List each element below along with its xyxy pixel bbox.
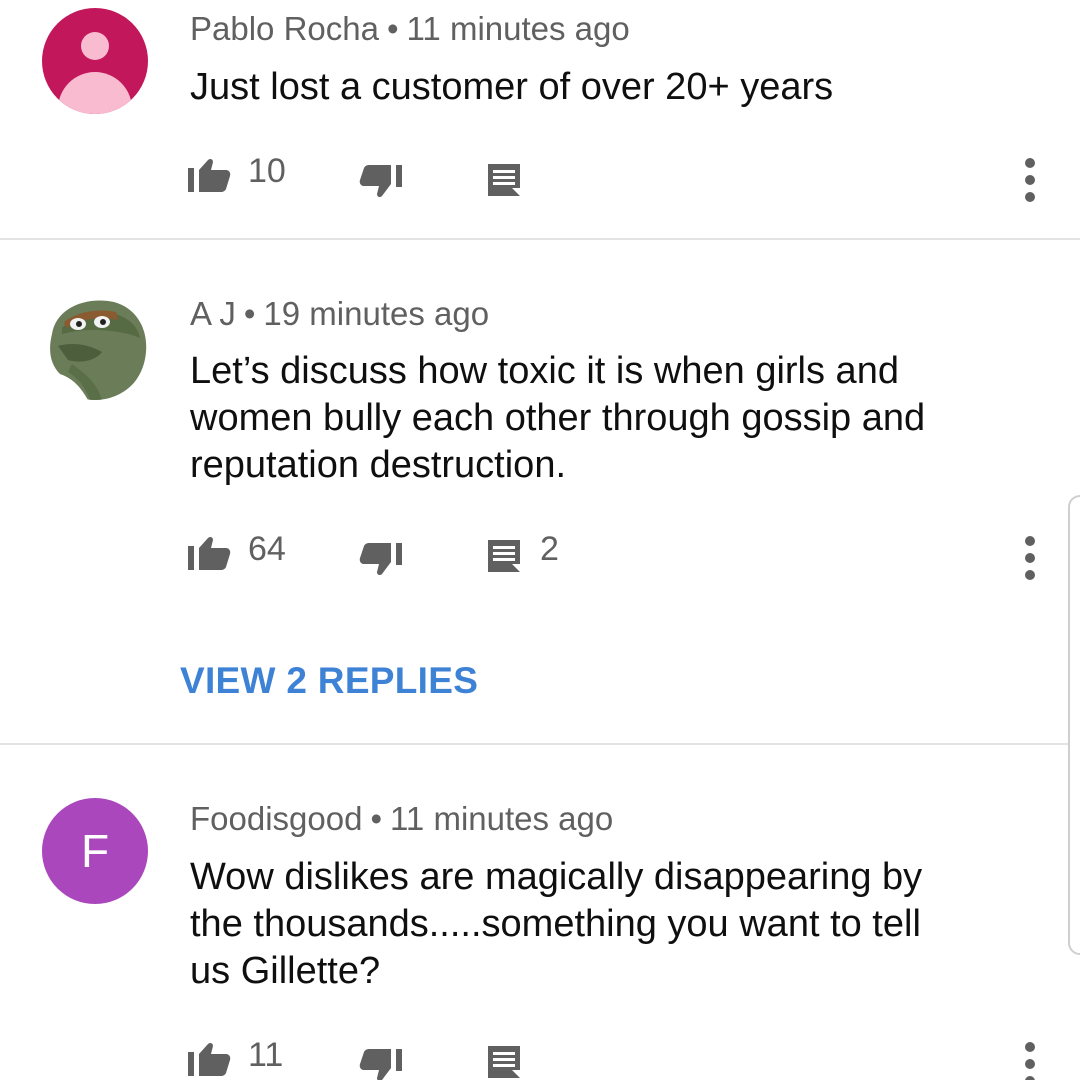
more-vertical-icon[interactable] [1020, 156, 1040, 204]
thumbs-up-icon[interactable] [188, 1040, 232, 1080]
thumbs-down-icon[interactable] [358, 1046, 402, 1080]
comment-time: 11 minutes ago [390, 800, 614, 837]
comment-icon[interactable] [486, 1044, 522, 1080]
more-vertical-icon[interactable] [1020, 534, 1040, 582]
person-head [81, 32, 109, 60]
scrollbar[interactable] [1068, 495, 1080, 955]
more-vertical-icon[interactable] [1020, 1040, 1040, 1080]
comment-author[interactable]: Pablo Rocha [190, 10, 379, 47]
avatar[interactable] [42, 294, 148, 400]
like-count: 64 [248, 530, 286, 568]
meta-separator: • [243, 295, 256, 332]
meta-separator: • [370, 800, 383, 837]
like-count: 10 [248, 152, 286, 190]
thumbs-down-icon[interactable] [358, 540, 402, 580]
thumbs-down-icon[interactable] [358, 162, 402, 202]
thumbs-up-icon[interactable] [188, 534, 232, 574]
comment-time: 11 minutes ago [406, 10, 630, 47]
comment-time: 19 minutes ago [263, 295, 490, 332]
reply-count: 2 [540, 530, 559, 568]
comment-text: Just lost a customer of over 20+ years [190, 66, 834, 108]
meta-separator: • [386, 10, 399, 47]
comment-meta: Foodisgood • 11 minutes ago [190, 800, 613, 838]
comment-icon[interactable] [486, 538, 522, 574]
like-count: 11 [248, 1036, 284, 1074]
comment-icon[interactable] [486, 162, 522, 198]
comment-text: Wow dislikes are magically disappearing … [190, 856, 923, 992]
view-replies-link[interactable]: VIEW 2 REPLIES [180, 660, 478, 702]
comment-author[interactable]: Foodisgood [190, 800, 362, 837]
thumbs-up-icon[interactable] [188, 156, 232, 196]
avatar[interactable] [42, 8, 148, 114]
comments-list: Pablo Rocha • 11 minutes ago Just lost a c… [0, 0, 1080, 1080]
divider [0, 238, 1080, 240]
comment-meta: Pablo Rocha • 11 minutes ago [190, 10, 630, 48]
comment-text: Let’s discuss how toxic it is when girls… [190, 350, 926, 486]
person-body [58, 72, 132, 114]
comment-actions: 11 [0, 1034, 1080, 1080]
comment-author[interactable]: A J [190, 295, 236, 332]
comment-meta: A J • 19 minutes ago [190, 295, 489, 333]
avatar[interactable]: F [42, 798, 148, 904]
oscar-avatar-image [42, 294, 148, 400]
comment-actions: 64 2 [0, 528, 1080, 580]
comment-actions: 10 [0, 150, 1080, 202]
divider [0, 743, 1080, 745]
